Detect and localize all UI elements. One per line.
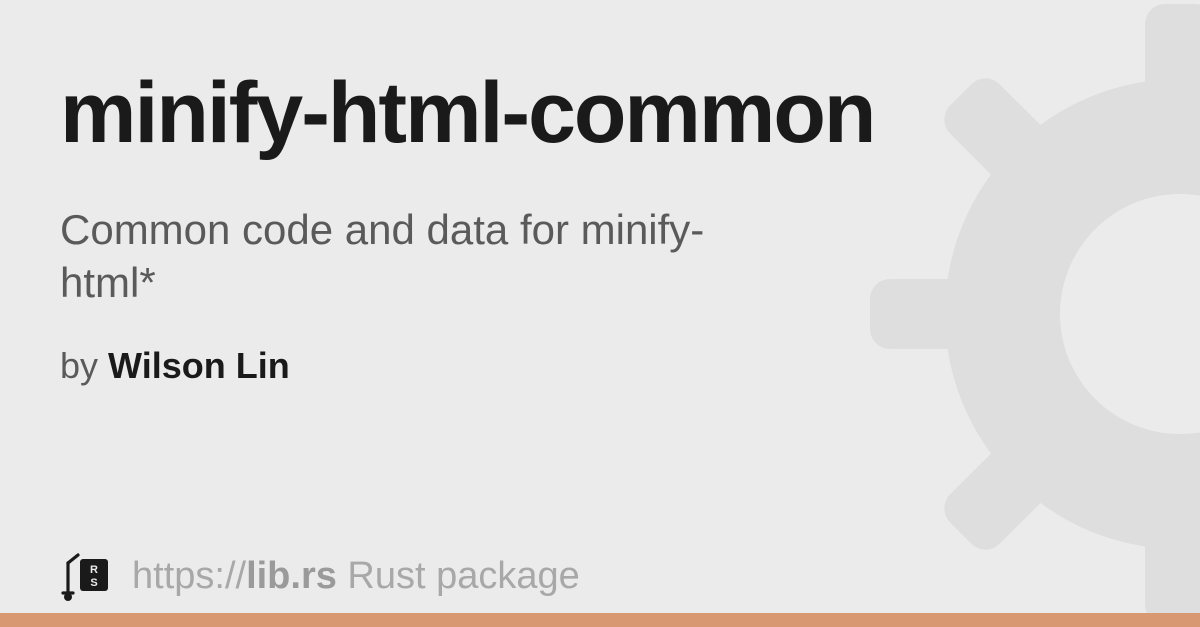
url-domain: lib.rs (246, 555, 337, 597)
url-prefix: https:// (132, 555, 246, 597)
librs-logo-icon: R S (60, 549, 114, 603)
author-name: Wilson Lin (108, 345, 290, 386)
svg-text:S: S (90, 577, 97, 589)
footer: R S https://lib.rs Rust package (60, 549, 580, 603)
package-author: by Wilson Lin (60, 345, 1140, 387)
package-card: minify-html-common Common code and data … (0, 0, 1200, 387)
package-description: Common code and data for minify-html* (60, 204, 760, 309)
url-suffix: Rust package (337, 555, 580, 597)
svg-text:R: R (90, 564, 98, 576)
footer-url: https://lib.rs Rust package (132, 555, 580, 598)
author-prefix: by (60, 345, 108, 386)
accent-bar (0, 613, 1200, 627)
package-name: minify-html-common (60, 70, 1140, 156)
